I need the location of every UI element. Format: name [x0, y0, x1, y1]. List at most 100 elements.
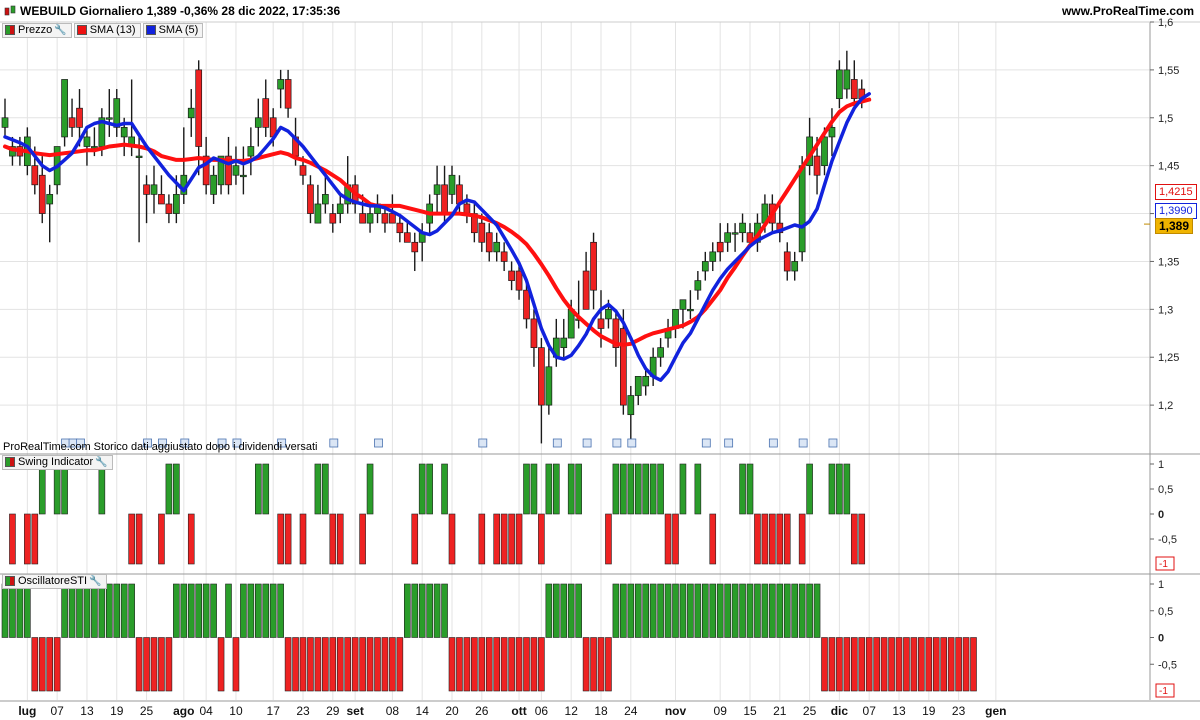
swing-bar [627, 463, 635, 515]
swing-bar [284, 513, 292, 565]
osc-bar [597, 637, 605, 692]
osc-bar [91, 583, 98, 638]
osc-bar [828, 637, 836, 692]
osc-bar [620, 583, 627, 638]
osc-bar [627, 583, 635, 638]
candle-body [441, 184, 448, 214]
swing-bar [806, 463, 813, 515]
x-tick-label: 04 [199, 704, 213, 718]
x-tick-label: 21 [773, 704, 787, 718]
swing-bar [31, 513, 39, 565]
osc-bar [113, 583, 121, 638]
swing-legend-label: Swing Indicator [18, 456, 94, 468]
dividend-icon [612, 438, 622, 448]
osc-bar [187, 583, 195, 638]
osc-bar [165, 637, 173, 692]
osc-bar [195, 583, 202, 638]
osc-bar [255, 583, 262, 638]
osc-bar [903, 637, 910, 692]
y-min-label: -1 [1159, 686, 1168, 697]
swing-bar [649, 463, 657, 515]
candle-body [247, 146, 255, 157]
legend-sma5[interactable]: SMA (5) [142, 22, 204, 38]
legend-price[interactable]: Prezzo 🔧 [2, 22, 72, 38]
candle-body [731, 232, 739, 235]
candle-body [195, 69, 203, 147]
osc-bar [471, 637, 478, 692]
osc-bar [515, 637, 523, 692]
swing-bar [500, 513, 508, 565]
osc-bar [493, 637, 501, 692]
candle-body [83, 136, 91, 147]
osc-legend-label: OscillatoreSTI [18, 575, 88, 587]
candle-body [158, 194, 165, 205]
y-tick-label: 0 [1158, 633, 1164, 645]
swing-bar [508, 513, 515, 565]
wrench-icon[interactable]: 🔧 [54, 25, 66, 36]
y-tick-label: 1 [1158, 579, 1164, 591]
osc-bar [634, 583, 642, 638]
swing-legend[interactable]: Swing Indicator 🔧 [2, 454, 115, 470]
swing-bar [754, 513, 761, 565]
candle-body [694, 280, 702, 291]
chart-canvas[interactable]: 1,61,551,51,451,41,351,31,251,210,50-0,5… [0, 0, 1200, 720]
osc-bar [284, 637, 292, 692]
dividend-icon [701, 438, 711, 448]
x-tick-label: 08 [386, 704, 400, 718]
dividend-icon [374, 438, 383, 448]
swing-bar [612, 463, 620, 515]
osc-bar [590, 637, 597, 692]
candle-body [173, 194, 180, 214]
swing-bar [128, 513, 135, 565]
wrench-icon[interactable]: 🔧 [89, 576, 101, 587]
swing-bar [329, 513, 337, 565]
candle-body [76, 107, 83, 128]
candle-body [545, 366, 553, 406]
swing-bar [746, 463, 754, 515]
swing-bar [24, 513, 31, 565]
osc-bar [9, 583, 16, 638]
osc-bar [716, 583, 724, 638]
x-tick-label: 15 [743, 704, 757, 718]
x-tick-label: 07 [50, 704, 64, 718]
swing-bar [523, 463, 530, 515]
osc-bar [552, 583, 560, 638]
swing-bar [255, 463, 262, 515]
swing-bar [336, 513, 344, 565]
x-tick-label: 23 [296, 704, 310, 718]
osc-bar [836, 637, 843, 692]
swing-bar [783, 513, 791, 565]
osc-legend[interactable]: OscillatoreSTI 🔧 [2, 573, 109, 589]
swing-bar [679, 463, 687, 515]
osc-swatch [5, 576, 15, 586]
x-tick-label: set [346, 704, 363, 718]
candle-body [381, 213, 389, 224]
wrench-icon[interactable]: 🔧 [95, 457, 107, 468]
osc-bar [776, 583, 784, 638]
osc-bar [441, 583, 448, 638]
osc-bar [418, 583, 426, 638]
osc-bar [180, 583, 188, 638]
candle-body [396, 222, 404, 234]
price-swatch [5, 25, 15, 35]
candle-body [843, 69, 851, 90]
candle-body [530, 318, 538, 348]
x-tick-label: lug [18, 704, 36, 718]
legend-sma13[interactable]: SMA (13) [73, 22, 141, 38]
osc-bar [888, 637, 895, 692]
y-tick-label: -0,5 [1158, 659, 1177, 671]
legend-sma5-label: SMA (5) [158, 24, 199, 36]
swing-bar [843, 463, 851, 515]
candle-body [322, 194, 329, 205]
candle-body [709, 251, 717, 262]
osc-bar [83, 583, 91, 638]
osc-bar [806, 583, 813, 638]
swing-bar [664, 513, 672, 565]
swing-bar [858, 513, 866, 565]
candle-body [679, 299, 687, 310]
dividend-icon [724, 438, 734, 448]
dividend-icon [552, 438, 562, 448]
swing-bar [411, 513, 419, 565]
osc-bar [873, 637, 880, 692]
swing-bar [38, 463, 46, 515]
